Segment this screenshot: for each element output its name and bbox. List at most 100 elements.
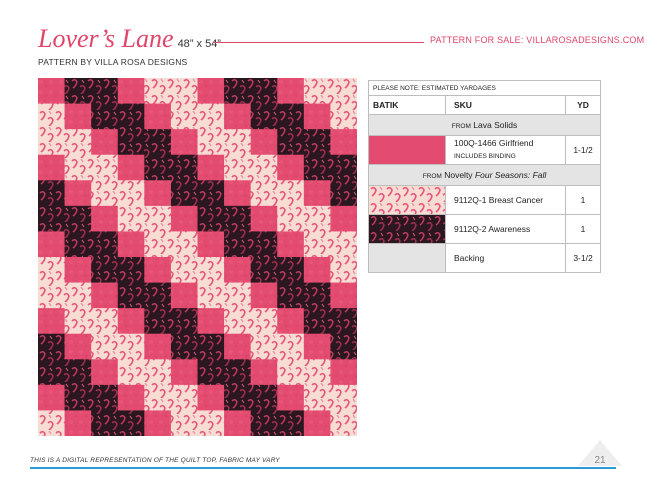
quilt-block: [303, 257, 331, 284]
quilt-block: [303, 410, 331, 436]
quilt-block: [277, 257, 305, 284]
table-row: 9112Q-1 Breast Cancer 1: [368, 185, 601, 215]
quilt-block: [303, 384, 331, 411]
quilt-block: [117, 231, 145, 258]
quilt-block: [117, 257, 145, 284]
group-label: FROM Novelty Four Seasons: Fall: [368, 164, 601, 186]
page-number: 21: [594, 455, 606, 466]
sku-cell: 9112Q-2 Awareness: [445, 214, 566, 244]
quilt-block: [117, 129, 145, 156]
yardage-cell: 3-1/2: [565, 243, 601, 273]
quilt-block: [38, 359, 66, 386]
fabric-swatch-dark: [368, 214, 446, 244]
quilt-block: [117, 282, 145, 309]
table-note: PLEASE NOTE: ESTIMATED YARDAGES: [368, 80, 601, 96]
quilt-block: [170, 231, 198, 258]
quilt-block: [144, 231, 172, 258]
quilt-block: [224, 282, 252, 309]
quilt-block: [170, 154, 198, 181]
quilt-block: [277, 384, 305, 411]
quilt-block: [277, 333, 305, 360]
quilt-block: [330, 180, 357, 207]
quilt-block: [250, 410, 278, 436]
quilt-block: [197, 333, 225, 360]
quilt-block: [64, 78, 92, 105]
quilt-block: [91, 410, 119, 436]
quilt-block: [250, 103, 278, 130]
quilt-block: [91, 282, 119, 309]
fabric-requirements-table: PLEASE NOTE: ESTIMATED YARDAGES BATIK SK…: [368, 80, 601, 273]
quilt-block: [144, 384, 172, 411]
quilt-block: [64, 103, 92, 130]
quilt-block: [170, 333, 198, 360]
col-batik: BATIK: [368, 95, 446, 115]
quilt-block: [224, 257, 252, 284]
quilt-block: [250, 384, 278, 411]
quilt-block: [117, 333, 145, 360]
quilt-block: [117, 78, 145, 105]
quilt-block: [303, 78, 331, 105]
quilt-block: [170, 257, 198, 284]
quilt-block: [64, 410, 92, 436]
pattern-byline: PATTERN BY VILLA ROSA DESIGNS: [38, 57, 188, 67]
pattern-dimensions: 48” x 54”: [177, 38, 221, 50]
quilt-block: [303, 103, 331, 130]
quilt-block: [170, 103, 198, 130]
quilt-block: [64, 282, 92, 309]
quilt-block: [197, 205, 225, 232]
quilt-block: [64, 333, 92, 360]
quilt-block: [330, 384, 357, 411]
quilt-block: [91, 78, 119, 105]
quilt-block: [224, 333, 252, 360]
quilt-block: [91, 180, 119, 207]
quilt-block: [224, 205, 252, 232]
quilt-block: [144, 103, 172, 130]
quilt-block: [144, 359, 172, 386]
quilt-block: [277, 103, 305, 130]
yardage-cell: 1-1/2: [565, 135, 601, 165]
quilt-block: [144, 410, 172, 436]
quilt-block: [144, 282, 172, 309]
quilt-block: [117, 308, 145, 335]
pattern-sale-link[interactable]: PATTERN FOR SALE: VILLAROSADESIGNS.COM: [430, 35, 644, 45]
quilt-block: [170, 359, 198, 386]
quilt-block: [38, 180, 66, 207]
quilt-block: [170, 282, 198, 309]
quilt-block: [330, 154, 357, 181]
quilt-block: [144, 129, 172, 156]
quilt-block: [197, 282, 225, 309]
fabric-swatch-solid: [368, 135, 446, 165]
yardage-cell: 1: [565, 214, 601, 244]
quilt-block: [330, 359, 357, 386]
quilt-block: [303, 205, 331, 232]
quilt-block: [170, 410, 198, 436]
quilt-block: [277, 205, 305, 232]
quilt-block: [250, 257, 278, 284]
quilt-block: [64, 257, 92, 284]
quilt-block: [91, 257, 119, 284]
quilt-block: [170, 384, 198, 411]
quilt-block: [38, 308, 66, 335]
quilt-block: [91, 103, 119, 130]
quilt-block: [330, 231, 357, 258]
pattern-title: Lover’s Lane 48” x 54”: [38, 24, 221, 54]
quilt-block: [224, 231, 252, 258]
sku-subnote: INCLUDES BINDING: [454, 153, 516, 160]
quilt-block: [330, 410, 357, 436]
quilt-block: [224, 154, 252, 181]
sku-cell: Backing: [445, 243, 566, 273]
quilt-block: [197, 359, 225, 386]
col-yd: YD: [565, 95, 601, 115]
quilt-block: [250, 333, 278, 360]
quilt-block: [38, 103, 66, 130]
quilt-block: [170, 205, 198, 232]
quilt-block: [38, 154, 66, 181]
quilt-block: [91, 205, 119, 232]
quilt-block: [277, 410, 305, 436]
quilt-block: [330, 308, 357, 335]
quilt-block: [303, 333, 331, 360]
quilt-block: [250, 205, 278, 232]
quilt-block: [330, 129, 357, 156]
sku-cell: 100Q-1466 Girlfriend INCLUDES BINDING: [445, 135, 566, 165]
quilt-block: [277, 359, 305, 386]
